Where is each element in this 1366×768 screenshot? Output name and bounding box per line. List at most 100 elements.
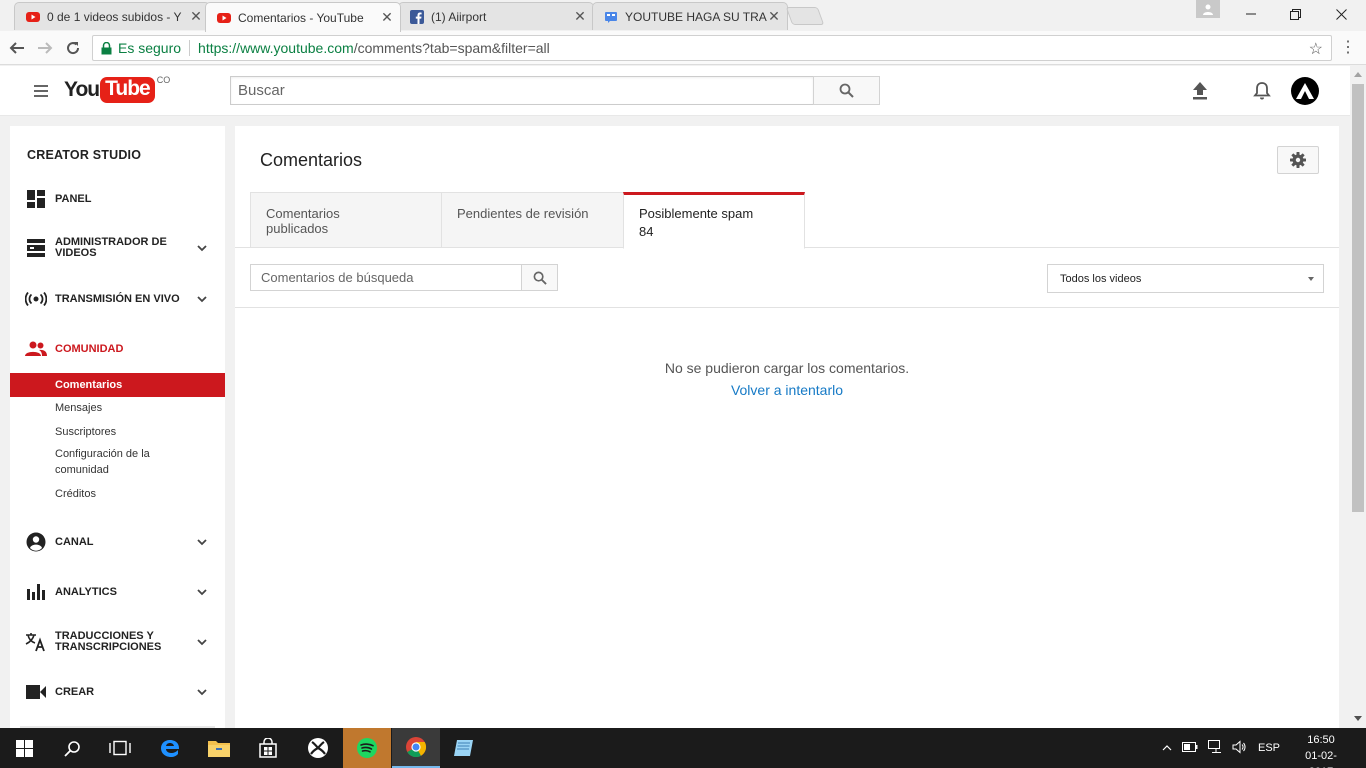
show-hidden-icons-icon[interactable] bbox=[1162, 742, 1172, 754]
url-base: https://www.youtube.com bbox=[198, 40, 354, 56]
reload-button[interactable] bbox=[62, 37, 84, 59]
scroll-up-arrow-icon[interactable] bbox=[1354, 72, 1362, 77]
logo-you: You bbox=[64, 78, 100, 101]
scroll-thumb[interactable] bbox=[1352, 84, 1364, 512]
sidebar-item-video-manager[interactable]: ADMINISTRADOR DE VIDEOS bbox=[10, 236, 225, 260]
taskbar-chrome[interactable] bbox=[392, 728, 440, 768]
sidebar-subitem-comentarios[interactable]: Comentarios bbox=[10, 373, 225, 397]
chevron-down-icon[interactable] bbox=[196, 293, 208, 305]
store-bag-icon bbox=[259, 738, 277, 758]
start-button[interactable] bbox=[0, 728, 48, 768]
chevron-down-icon[interactable] bbox=[196, 536, 208, 548]
settings-button[interactable] bbox=[1277, 146, 1319, 174]
xbox-icon bbox=[308, 738, 328, 758]
sidebar-subitem-creditos[interactable]: Créditos bbox=[10, 486, 225, 502]
arrow-left-icon bbox=[9, 42, 24, 54]
creator-studio-sidebar: CREATOR STUDIO PANEL ADMINISTRADOR DE VI… bbox=[10, 126, 225, 728]
sidebar-item-analytics[interactable]: ANALYTICS bbox=[10, 581, 225, 603]
dashboard-icon bbox=[25, 188, 47, 210]
hamburger-menu-icon[interactable] bbox=[34, 85, 48, 100]
browser-tab-comentarios[interactable]: Comentarios - YouTube ✕ bbox=[205, 2, 401, 32]
sidebar-item-channel[interactable]: CANAL bbox=[10, 531, 225, 553]
chevron-down-icon[interactable] bbox=[196, 686, 208, 698]
scroll-down-arrow-icon[interactable] bbox=[1354, 716, 1362, 721]
taskbar-notepad-app[interactable] bbox=[440, 728, 488, 768]
secure-indicator[interactable]: Es seguro bbox=[101, 40, 181, 56]
notifications-button[interactable] bbox=[1250, 79, 1274, 103]
windows-taskbar: ESP 16:50 01-02-2017 bbox=[0, 728, 1366, 768]
restore-window-button[interactable] bbox=[1272, 0, 1318, 28]
avatar[interactable] bbox=[1291, 77, 1319, 105]
taskbar-store[interactable] bbox=[244, 728, 292, 768]
lock-icon bbox=[101, 41, 112, 54]
minimize-window-button[interactable] bbox=[1228, 0, 1274, 28]
browser-tab-airport[interactable]: (1) Aiirport ✕ bbox=[398, 2, 594, 30]
network-icon[interactable] bbox=[1208, 739, 1224, 757]
youtube-logo[interactable]: You Tube CO bbox=[64, 75, 170, 103]
input-language[interactable]: ESP bbox=[1258, 742, 1280, 754]
close-tab-icon[interactable]: ✕ bbox=[380, 9, 394, 26]
taskbar-file-explorer[interactable] bbox=[195, 728, 243, 768]
sidebar-subitem-configuracion[interactable]: Configuración de la comunidad bbox=[10, 446, 160, 478]
taskbar-search-button[interactable] bbox=[48, 728, 96, 768]
close-tab-icon[interactable]: ✕ bbox=[767, 8, 781, 25]
browser-tab-youtube-doc[interactable]: YOUTUBE HAGA SU TRA ✕ bbox=[592, 2, 788, 30]
avatar-logo-icon bbox=[1296, 83, 1314, 99]
youtube-favicon-icon bbox=[25, 9, 41, 25]
sidebar-item-create[interactable]: CREAR bbox=[10, 681, 225, 703]
forward-button[interactable] bbox=[34, 37, 56, 59]
search-button[interactable] bbox=[813, 76, 880, 105]
clock-date: 01-02-2017 bbox=[1305, 750, 1337, 768]
create-icon bbox=[25, 681, 47, 703]
taskbar-edge[interactable] bbox=[146, 728, 194, 768]
page-scrollbar[interactable] bbox=[1350, 66, 1366, 728]
tab-pendientes-revision[interactable]: Pendientes de revisión bbox=[441, 192, 624, 248]
task-view-button[interactable] bbox=[96, 728, 144, 768]
dropdown-arrow-icon bbox=[1308, 277, 1314, 281]
taskbar-spotify[interactable] bbox=[343, 728, 391, 768]
new-tab-button[interactable] bbox=[785, 7, 825, 25]
channel-icon bbox=[25, 531, 47, 553]
back-button[interactable] bbox=[6, 37, 28, 59]
sidebar-item-label: ANALYTICS bbox=[55, 585, 117, 598]
comments-search-input[interactable]: Comentarios de búsqueda bbox=[250, 264, 522, 291]
close-window-button[interactable] bbox=[1318, 0, 1364, 28]
chrome-icon bbox=[406, 737, 427, 758]
tab-label: Pendientes de revisión bbox=[457, 206, 589, 221]
windows-logo-icon bbox=[15, 739, 33, 757]
browser-tab-videos[interactable]: 0 de 1 videos subidos - Y ✕ bbox=[14, 2, 210, 30]
video-filter-select[interactable]: Todos los videos bbox=[1047, 264, 1324, 293]
sidebar-subitem-suscriptores[interactable]: Suscriptores bbox=[10, 424, 225, 440]
browser-toolbar: Es seguro https://www.youtube.com/commen… bbox=[0, 31, 1366, 65]
battery-icon[interactable] bbox=[1182, 741, 1198, 755]
sidebar-subitem-mensajes[interactable]: Mensajes bbox=[10, 400, 225, 416]
taskbar-xbox[interactable] bbox=[294, 728, 342, 768]
address-bar[interactable]: Es seguro https://www.youtube.com/commen… bbox=[92, 35, 1332, 61]
comments-search-button[interactable] bbox=[521, 264, 558, 291]
tab-title: 0 de 1 videos subidos - Y bbox=[47, 9, 182, 24]
youtube-favicon-icon bbox=[216, 10, 232, 26]
close-tab-icon[interactable]: ✕ bbox=[573, 8, 587, 25]
browser-profile-button[interactable] bbox=[1196, 0, 1220, 18]
chrome-menu-icon[interactable]: ⋮ bbox=[1340, 38, 1356, 58]
volume-icon[interactable] bbox=[1232, 739, 1246, 757]
upload-button[interactable] bbox=[1188, 79, 1212, 103]
chevron-down-icon[interactable] bbox=[196, 636, 208, 648]
search-input[interactable]: Buscar bbox=[230, 76, 814, 105]
sidebar-item-live-stream[interactable]: TRANSMISIÓN EN VIVO bbox=[10, 288, 225, 310]
tab-title: (1) Aiirport bbox=[431, 9, 487, 24]
tab-comentarios-publicados[interactable]: Comentarios publicados bbox=[250, 192, 442, 248]
bookmark-star-icon[interactable]: ☆ bbox=[1309, 39, 1323, 59]
minimize-icon bbox=[1246, 13, 1256, 15]
page-title: Comentarios bbox=[260, 150, 363, 170]
tab-posiblemente-spam[interactable]: Posiblemente spam 84 bbox=[623, 192, 805, 249]
translate-icon bbox=[25, 631, 47, 653]
sidebar-item-panel[interactable]: PANEL bbox=[10, 188, 225, 210]
close-tab-icon[interactable]: ✕ bbox=[189, 8, 203, 25]
retry-link[interactable]: Volver a intentarlo bbox=[235, 382, 1339, 398]
sidebar-item-community[interactable]: COMUNIDAD bbox=[10, 338, 225, 360]
sidebar-item-translations[interactable]: TRADUCCIONES Y TRANSCRIPCIONES bbox=[10, 630, 225, 654]
chevron-down-icon[interactable] bbox=[196, 242, 208, 254]
taskbar-clock[interactable]: 16:50 01-02-2017 bbox=[1296, 732, 1346, 768]
chevron-down-icon[interactable] bbox=[196, 586, 208, 598]
